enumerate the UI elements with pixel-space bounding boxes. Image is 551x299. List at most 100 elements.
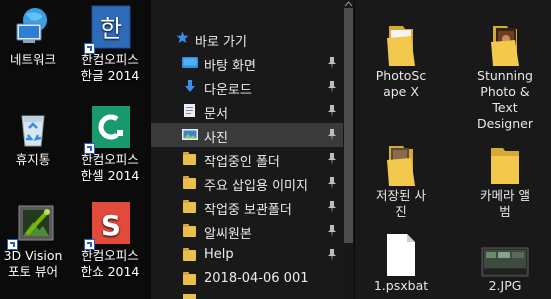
nav-item-date-folder[interactable]: 2018-04-06 001 xyxy=(151,267,343,291)
pictures-icon xyxy=(182,129,198,140)
desktop-icon-label: 한컴오피스 xyxy=(81,152,139,167)
partial-folder-icon xyxy=(183,294,196,299)
folder-icon xyxy=(459,142,551,188)
shortcut-arrow-icon xyxy=(84,43,95,54)
nav-item-label: 주요 삽입용 이미지 xyxy=(204,179,308,194)
file-item-label-line2: 범 xyxy=(499,204,511,219)
app-folder-icon xyxy=(459,22,551,68)
file-item-label-line4: Designer xyxy=(477,116,533,131)
desktop-icon-hanshow[interactable]: S 한컴오피스 한쇼 2014 xyxy=(73,200,147,280)
shortcut-arrow-icon xyxy=(84,143,95,154)
desktop-icon-label-line2: 한셀 2014 xyxy=(80,168,140,183)
file-item-label: Stunning xyxy=(477,68,533,83)
folder-icon xyxy=(183,224,196,237)
nav-item-label: Help xyxy=(204,247,234,262)
file-item-label: PhotoSc xyxy=(375,68,427,83)
nav-item-label: 사진 xyxy=(204,131,228,146)
nav-item-documents[interactable]: 문서 xyxy=(151,99,343,123)
hanshow-2014-icon: S xyxy=(84,200,134,250)
desktop-icon-hangul[interactable]: 한 한컴오피스 한글 2014 xyxy=(73,4,147,84)
file-item-photoscape-x[interactable]: PhotoSc ape X xyxy=(355,22,447,100)
nav-item-label: 작업중인 폴더 xyxy=(204,155,280,170)
file-item-label-line2: ape X xyxy=(383,84,419,99)
nav-item-label: 2018-04-06 001 xyxy=(204,271,309,286)
pin-icon[interactable] xyxy=(327,81,337,93)
folder-icon xyxy=(183,200,196,213)
desktop-icon-label-line2: 한글 2014 xyxy=(80,68,140,83)
desktop-icon-label: 한컴오피스 xyxy=(81,52,139,67)
scrollbar-thumb[interactable] xyxy=(344,8,353,243)
file-item-label-line2: Photo & xyxy=(480,84,530,99)
file-item-label: 저장된 사 xyxy=(376,188,426,203)
desktop-icon-label: 3D Vision xyxy=(3,248,63,263)
pin-icon[interactable] xyxy=(327,225,337,237)
download-arrow-icon xyxy=(185,80,195,92)
desktop-icon-label: 휴지통 xyxy=(15,152,51,167)
nav-item-downloads[interactable]: 다운로드 xyxy=(151,75,343,99)
shortcut-arrow-icon xyxy=(84,239,95,250)
nav-item-pictures[interactable]: 사진 xyxy=(151,123,343,147)
desktop-icon-hancell[interactable]: 한컴오피스 한셀 2014 xyxy=(73,104,147,184)
scroll-up-arrow-icon[interactable] xyxy=(344,0,353,7)
desktop-icon-label: 네트워크 xyxy=(9,52,56,67)
nav-item-label: 알씨원본 xyxy=(204,227,252,242)
desktop-icon-network[interactable]: 네트워크 xyxy=(0,4,70,68)
nav-item-alsee-original[interactable]: 알씨원본 xyxy=(151,219,343,243)
svg-text:한: 한 xyxy=(100,15,122,43)
image-thumbnail-icon xyxy=(459,232,551,278)
desktop: 네트워크 한 한컴오피스 한글 2014 휴지통 한컴오피스 한셀 2014 3… xyxy=(0,0,148,299)
documents-icon xyxy=(184,104,195,117)
quick-access-header[interactable] xyxy=(151,0,343,43)
pin-icon[interactable] xyxy=(327,153,337,165)
folder-icon xyxy=(183,152,196,165)
folder-icon xyxy=(183,176,196,189)
network-icon xyxy=(9,4,57,52)
file-item-saved-pictures[interactable]: 저장된 사 진 xyxy=(355,142,447,220)
file-item-label-line2: 진 xyxy=(395,204,407,219)
pin-icon[interactable] xyxy=(327,177,337,189)
pin-icon[interactable] xyxy=(327,105,337,117)
nav-item-label: 작업중 보관폴더 xyxy=(204,203,292,218)
file-item-stunning-photo[interactable]: Stunning Photo & Text Designer xyxy=(459,22,551,132)
quick-access-label: 바로 가기 xyxy=(195,35,247,50)
content-pane: PhotoSc ape X Stunning Photo & Text Desi… xyxy=(355,0,551,299)
file-item-2-jpg[interactable]: 2.JPG xyxy=(459,232,551,294)
hancell-2014-icon xyxy=(84,104,134,154)
desktop-icon-label: 한컴오피스 xyxy=(81,248,139,263)
file-item-label: 2.JPG xyxy=(488,278,522,293)
folder-icon xyxy=(183,248,196,261)
file-item-psxbat[interactable]: 1.psxbat xyxy=(355,232,447,294)
svg-text:S: S xyxy=(101,209,121,242)
desktop-folder-icon xyxy=(182,57,198,68)
desktop-icon-label-line2: 한쇼 2014 xyxy=(80,264,140,279)
nav-item-working-folder[interactable]: 작업중인 폴더 xyxy=(151,147,343,171)
file-icon xyxy=(355,232,447,278)
nav-item-help[interactable]: Help xyxy=(151,243,343,267)
folder-icon xyxy=(355,22,447,68)
desktop-icon-3d-vision[interactable]: 3D Vision 포토 뷰어 xyxy=(0,200,70,280)
nav-item-label: 문서 xyxy=(204,107,228,122)
nav-item-archive-folder[interactable]: 작업중 보관폴더 xyxy=(151,195,343,219)
folder-icon xyxy=(355,142,447,188)
3d-vision-photo-viewer-icon xyxy=(7,200,57,250)
pin-icon[interactable] xyxy=(327,249,337,261)
file-item-camera-album[interactable]: 카메라 앨 범 xyxy=(459,142,551,220)
recycle-bin-icon xyxy=(9,104,57,152)
file-item-label: 1.psxbat xyxy=(373,278,429,293)
pin-icon[interactable] xyxy=(327,57,337,69)
quick-access-title-row[interactable]: 바로 가기 xyxy=(151,27,343,51)
nav-item-label: 바탕 화면 xyxy=(204,59,256,74)
desktop-icon-recycle-bin[interactable]: 휴지통 xyxy=(0,104,70,168)
pin-icon[interactable] xyxy=(327,129,337,141)
nav-item-insert-images[interactable]: 주요 삽입용 이미지 xyxy=(151,171,343,195)
file-item-label: 카메라 앨 xyxy=(480,188,530,203)
nav-item-desktop[interactable]: 바탕 화면 xyxy=(151,51,343,75)
desktop-icon-label-line2: 포토 뷰어 xyxy=(8,264,58,279)
file-item-label-line3: Text xyxy=(492,100,518,115)
nav-item-label: 다운로드 xyxy=(204,83,252,98)
navigation-pane: 바로 가기 바탕 화면 다운로드 문서 사진 작업중인 폴더 주요 삽입용 이미… xyxy=(151,0,343,299)
shortcut-arrow-icon xyxy=(7,239,18,250)
pin-icon[interactable] xyxy=(327,201,337,213)
hangul-2014-icon: 한 xyxy=(84,4,134,54)
folder-icon xyxy=(183,272,196,285)
